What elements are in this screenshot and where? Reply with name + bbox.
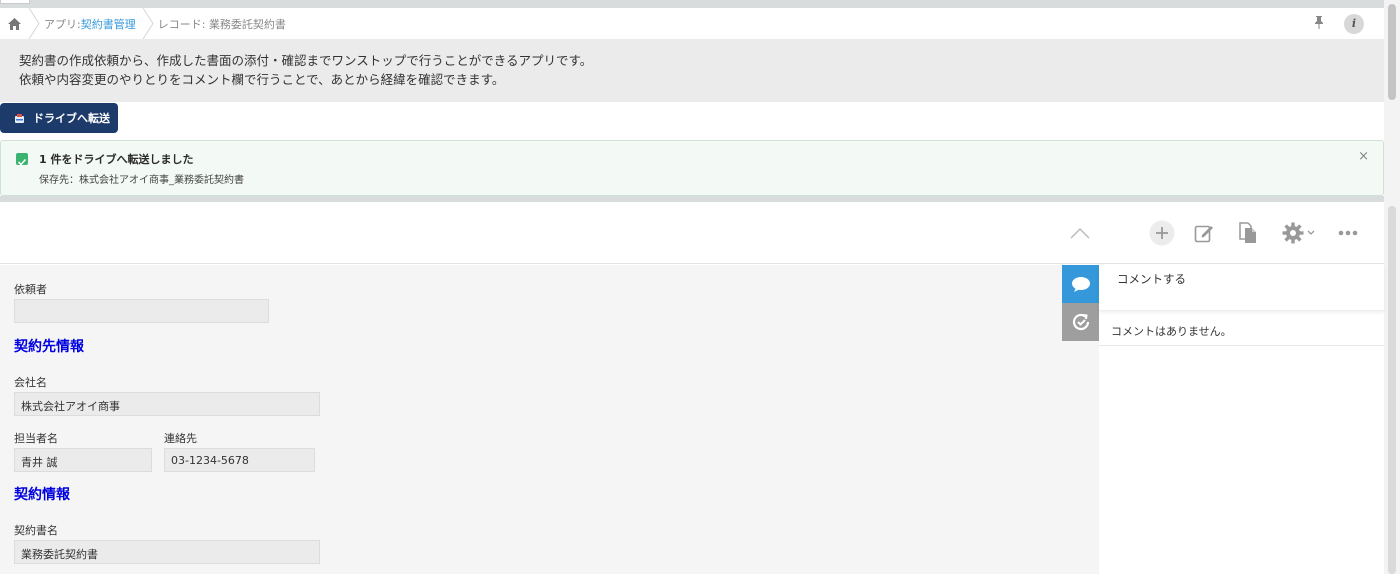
contract-name-label: 契約書名 [14,524,58,537]
history-tab[interactable] [1062,303,1099,341]
settings-button[interactable] [1278,219,1318,247]
comment-panel: コメントする コメントはありません。 [1099,265,1384,574]
home-icon [7,17,21,30]
record-form: 依頼者 契約先情報 会社名 株式会社アオイ商事 担当者名 青井 誠 連絡先 03… [0,265,1062,574]
breadcrumb-app: アプリ: 契約書管理 [40,16,142,32]
speech-bubble-icon [1071,276,1090,292]
chevron-down-icon [1307,230,1314,235]
notice-detail: 保存先：株式会社アオイ商事_業務委託契約書 [39,175,244,186]
info-button[interactable]: i [1344,13,1364,34]
section-partner-title: 契約先情報 [14,339,84,355]
top-strip-corner [0,0,30,4]
contract-name-field: 業務委託契約書 [14,540,320,564]
app-description: 契約書の作成依頼から、作成した書面の添付・確認までワンストップで行うことができる… [0,39,1384,102]
edit-icon [1194,225,1213,243]
notice-title: 1 件をドライブへ転送しました [39,153,194,166]
requester-label: 依頼者 [14,283,47,296]
breadcrumb: アプリ: 契約書管理 レコード: 業務委託契約書 i [0,8,1384,39]
ellipsis-icon [1338,230,1358,236]
phone-field: 03-1234-5678 [164,448,315,472]
notice-close-button[interactable]: × [1358,149,1369,164]
comment-divider [1099,345,1384,346]
breadcrumb-actions: i [1314,8,1364,39]
more-options-button[interactable] [1334,219,1362,247]
scrollbar-thumb[interactable] [1388,4,1396,100]
no-comments-message: コメントはありません。 [1111,325,1232,338]
edit-record-button[interactable] [1190,219,1218,247]
company-label: 会社名 [14,376,47,389]
drive-icon [15,113,24,123]
top-strip [0,0,1384,8]
transfer-to-drive-label: ドライブへ転送 [33,112,110,125]
breadcrumb-record: レコード: 業務委託契約書 [157,17,286,31]
contact-person-field: 青井 誠 [14,448,152,472]
description-line-2: 依頼や内容変更のやりとりをコメント欄で行うことで、あとから経緯を確認できます。 [19,72,505,87]
requester-field [14,299,269,323]
comment-input[interactable]: コメントする [1099,265,1384,311]
success-check-icon [16,153,28,166]
history-icon [1072,313,1089,331]
record-toolbar [0,202,1384,264]
contact-person-label: 担当者名 [14,432,58,445]
description-line-1: 契約書の作成依頼から、作成した書面の添付・確認までワンストップで行うことができる… [19,53,593,68]
success-notice: 1 件をドライブへ転送しました 保存先：株式会社アオイ商事_業務委託契約書 × [0,140,1384,196]
copy-document-icon [1239,222,1256,243]
breadcrumb-separator [142,8,154,39]
duplicate-record-button[interactable] [1234,219,1262,247]
collapse-button[interactable] [1066,219,1094,247]
chevron-up-icon [1070,227,1090,239]
add-record-button[interactable] [1148,219,1176,247]
pin-button[interactable] [1314,15,1324,32]
home-button[interactable] [0,8,28,39]
scrollbar-thumb-lower[interactable] [1388,206,1396,574]
comments-tab[interactable] [1062,265,1099,303]
breadcrumb-app-link[interactable]: 契約書管理 [81,16,136,32]
pin-icon [1315,15,1323,29]
company-field: 株式会社アオイ商事 [14,392,320,416]
breadcrumb-separator [28,8,40,39]
section-contract-title: 契約情報 [14,487,70,503]
phone-label: 連絡先 [164,432,197,445]
transfer-to-drive-button[interactable]: ドライブへ転送 [0,103,118,133]
plus-circle-icon [1149,220,1175,246]
breadcrumb-app-prefix: アプリ: [44,17,81,31]
gear-icon [1282,222,1303,244]
